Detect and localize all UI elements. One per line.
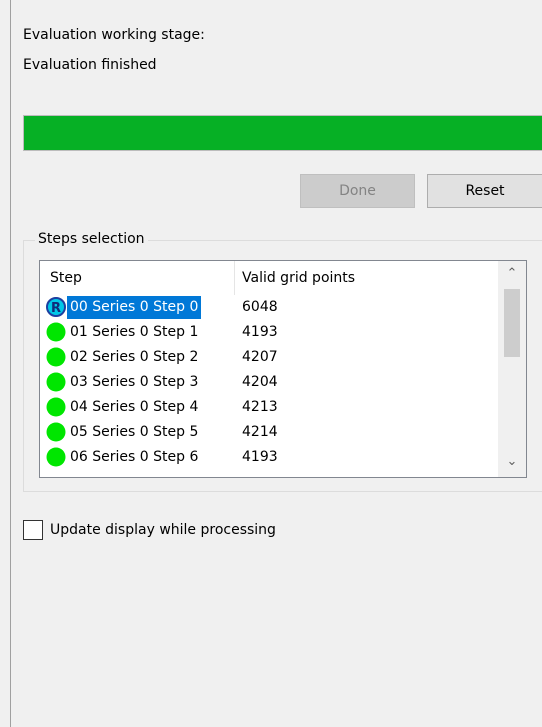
progress-bar [23, 115, 542, 151]
scroll-up-arrow-icon[interactable]: ⌃ [498, 261, 526, 287]
column-header-valid-grid-points[interactable]: Valid grid points [242, 261, 355, 295]
column-divider[interactable] [234, 261, 235, 295]
green-dot-icon [46, 447, 66, 467]
working-stage-label: Evaluation working stage: [23, 27, 205, 43]
list-item[interactable]: 04 Series 0 Step 4 4213 [40, 395, 498, 420]
green-dot-icon [46, 347, 66, 367]
steps-list[interactable]: Step Valid grid points R 00 Series 0 Step… [39, 260, 527, 478]
steps-list-header: Step Valid grid points [40, 261, 498, 295]
green-dot-icon [46, 422, 66, 442]
list-item[interactable]: 06 Series 0 Step 6 4193 [40, 445, 498, 470]
scroll-thumb[interactable] [504, 289, 520, 357]
step-cell: 06 Series 0 Step 6 [70, 449, 199, 465]
step-cell: 01 Series 0 Step 1 [70, 324, 199, 340]
svg-text:R: R [51, 301, 61, 316]
working-stage-value: Evaluation finished [23, 57, 157, 73]
valid-grid-points-cell: 6048 [242, 299, 278, 315]
valid-grid-points-cell: 4213 [242, 399, 278, 415]
valid-grid-points-cell: 4214 [242, 424, 278, 440]
window-left-border [10, 0, 11, 727]
step-cell: 03 Series 0 Step 3 [70, 374, 199, 390]
reset-button[interactable]: Reset [427, 174, 542, 208]
green-dot-icon [46, 397, 66, 417]
update-display-label[interactable]: Update display while processing [50, 520, 276, 540]
list-item[interactable]: 03 Series 0 Step 3 4204 [40, 370, 498, 395]
valid-grid-points-cell: 4207 [242, 349, 278, 365]
valid-grid-points-cell: 4204 [242, 374, 278, 390]
valid-grid-points-cell: 4193 [242, 449, 278, 465]
step-cell: 04 Series 0 Step 4 [70, 399, 199, 415]
column-header-step[interactable]: Step [50, 261, 82, 295]
vertical-scrollbar[interactable]: ⌃ ⌄ [498, 261, 526, 477]
list-item[interactable]: 01 Series 0 Step 1 4193 [40, 320, 498, 345]
steps-selection-title: Steps selection [35, 231, 148, 247]
step-cell: 02 Series 0 Step 2 [70, 349, 199, 365]
list-item[interactable]: 02 Series 0 Step 2 4207 [40, 345, 498, 370]
step-cell: 05 Series 0 Step 5 [70, 424, 199, 440]
step-cell: 00 Series 0 Step 0 [67, 296, 202, 319]
done-button[interactable]: Done [300, 174, 415, 208]
reference-r-icon: R [46, 297, 66, 317]
valid-grid-points-cell: 4193 [242, 324, 278, 340]
green-dot-icon [46, 372, 66, 392]
progress-bar-fill [24, 116, 542, 150]
update-display-checkbox[interactable] [23, 520, 43, 540]
list-item[interactable]: R 00 Series 0 Step 0 6048 [40, 295, 498, 320]
list-item[interactable]: 05 Series 0 Step 5 4214 [40, 420, 498, 445]
scroll-down-arrow-icon[interactable]: ⌄ [498, 449, 526, 475]
green-dot-icon [46, 322, 66, 342]
